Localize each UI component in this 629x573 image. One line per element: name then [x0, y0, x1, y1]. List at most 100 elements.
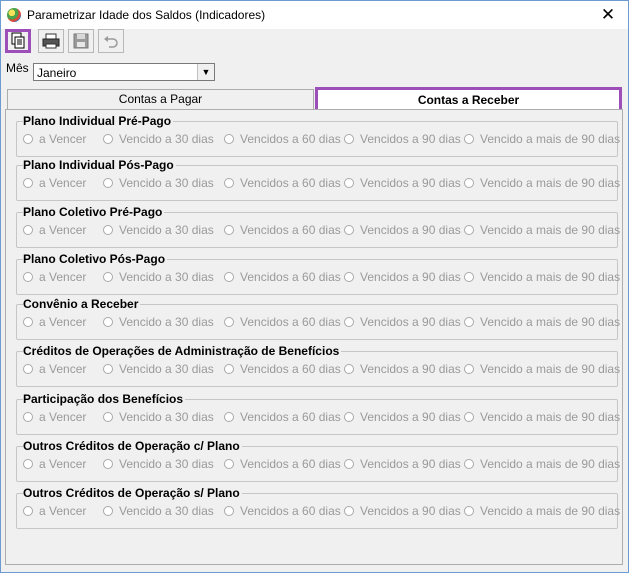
radio-option[interactable]: Vencido a mais de 90 dias [464, 223, 620, 237]
radio-button[interactable] [103, 506, 113, 516]
radio-button[interactable] [464, 134, 474, 144]
radio-button[interactable] [103, 134, 113, 144]
radio-option[interactable]: Vencidos a 90 dias [344, 132, 461, 146]
save-button[interactable] [68, 29, 94, 53]
radio-button[interactable] [23, 506, 33, 516]
radio-button[interactable] [23, 134, 33, 144]
radio-option[interactable]: Vencidos a 60 dias [224, 362, 341, 376]
radio-option[interactable]: a Vencer [23, 315, 86, 329]
radio-option[interactable]: Vencidos a 90 dias [344, 223, 461, 237]
radio-option[interactable]: Vencido a mais de 90 dias [464, 132, 620, 146]
radio-button[interactable] [344, 225, 354, 235]
radio-button[interactable] [103, 178, 113, 188]
radio-option[interactable]: Vencido a 30 dias [103, 504, 214, 518]
radio-option[interactable]: Vencidos a 90 dias [344, 315, 461, 329]
radio-button[interactable] [224, 412, 234, 422]
radio-button[interactable] [23, 178, 33, 188]
radio-option[interactable]: Vencidos a 60 dias [224, 176, 341, 190]
radio-button[interactable] [224, 317, 234, 327]
radio-button[interactable] [224, 364, 234, 374]
radio-option[interactable]: Vencidos a 90 dias [344, 457, 461, 471]
radio-button[interactable] [23, 317, 33, 327]
radio-button[interactable] [464, 272, 474, 282]
radio-button[interactable] [344, 412, 354, 422]
radio-option[interactable]: Vencido a 30 dias [103, 315, 214, 329]
radio-option[interactable]: a Vencer [23, 410, 86, 424]
radio-button[interactable] [103, 459, 113, 469]
radio-option[interactable]: Vencido a 30 dias [103, 362, 214, 376]
radio-option[interactable]: Vencido a mais de 90 dias [464, 270, 620, 284]
radio-option[interactable]: Vencidos a 60 dias [224, 504, 341, 518]
radio-option[interactable]: Vencido a mais de 90 dias [464, 410, 620, 424]
radio-option[interactable]: a Vencer [23, 362, 86, 376]
radio-button[interactable] [344, 317, 354, 327]
radio-button[interactable] [344, 134, 354, 144]
radio-button[interactable] [103, 412, 113, 422]
radio-button[interactable] [23, 272, 33, 282]
radio-button[interactable] [224, 134, 234, 144]
radio-option[interactable]: a Vencer [23, 176, 86, 190]
radio-button[interactable] [464, 412, 474, 422]
radio-option[interactable]: Vencidos a 90 dias [344, 176, 461, 190]
close-button[interactable]: ✕ [596, 5, 620, 25]
radio-option[interactable]: Vencidos a 90 dias [344, 270, 461, 284]
radio-option[interactable]: Vencido a 30 dias [103, 223, 214, 237]
radio-button[interactable] [23, 225, 33, 235]
radio-option[interactable]: Vencidos a 60 dias [224, 223, 341, 237]
month-select[interactable]: Janeiro ▼ [33, 63, 215, 81]
radio-button[interactable] [103, 364, 113, 374]
radio-option[interactable]: a Vencer [23, 223, 86, 237]
radio-option[interactable]: Vencido a 30 dias [103, 410, 214, 424]
radio-option[interactable]: a Vencer [23, 270, 86, 284]
radio-button[interactable] [103, 317, 113, 327]
radio-button[interactable] [344, 506, 354, 516]
radio-option[interactable]: Vencidos a 90 dias [344, 410, 461, 424]
radio-button[interactable] [103, 272, 113, 282]
radio-option[interactable]: Vencidos a 60 dias [224, 315, 341, 329]
radio-button[interactable] [224, 272, 234, 282]
radio-button[interactable] [224, 178, 234, 188]
radio-button[interactable] [344, 178, 354, 188]
radio-button[interactable] [23, 459, 33, 469]
radio-button[interactable] [464, 364, 474, 374]
radio-button[interactable] [464, 459, 474, 469]
radio-button[interactable] [344, 364, 354, 374]
radio-button[interactable] [224, 225, 234, 235]
radio-option[interactable]: Vencidos a 60 dias [224, 457, 341, 471]
radio-option[interactable]: Vencido a 30 dias [103, 457, 214, 471]
radio-button[interactable] [464, 225, 474, 235]
print-button[interactable] [38, 29, 64, 53]
radio-button[interactable] [344, 459, 354, 469]
radio-button[interactable] [224, 506, 234, 516]
radio-option[interactable]: Vencido a 30 dias [103, 176, 214, 190]
radio-button[interactable] [103, 225, 113, 235]
radio-option[interactable]: a Vencer [23, 132, 86, 146]
radio-option[interactable]: a Vencer [23, 504, 86, 518]
radio-option[interactable]: Vencido a 30 dias [103, 270, 214, 284]
radio-button[interactable] [464, 317, 474, 327]
radio-option[interactable]: Vencido a mais de 90 dias [464, 504, 620, 518]
copy-button[interactable] [5, 29, 31, 53]
radio-button[interactable] [344, 272, 354, 282]
tab-contas-a-pagar[interactable]: Contas a Pagar [7, 89, 314, 110]
radio-option[interactable]: Vencido a mais de 90 dias [464, 176, 620, 190]
radio-button[interactable] [23, 364, 33, 374]
radio-option[interactable]: Vencido a mais de 90 dias [464, 315, 620, 329]
radio-option[interactable]: Vencido a mais de 90 dias [464, 362, 620, 376]
radio-button[interactable] [23, 412, 33, 422]
radio-button[interactable] [464, 506, 474, 516]
radio-label: a Vencer [39, 223, 87, 237]
undo-button[interactable] [98, 29, 124, 53]
radio-button[interactable] [224, 459, 234, 469]
radio-option[interactable]: Vencidos a 60 dias [224, 132, 341, 146]
radio-option[interactable]: Vencido a mais de 90 dias [464, 457, 620, 471]
radio-option[interactable]: Vencidos a 90 dias [344, 504, 461, 518]
radio-option[interactable]: Vencidos a 60 dias [224, 410, 341, 424]
radio-option[interactable]: Vencidos a 90 dias [344, 362, 461, 376]
radio-option[interactable]: Vencido a 30 dias [103, 132, 214, 146]
radio-option[interactable]: Vencidos a 60 dias [224, 270, 341, 284]
toolbar [1, 29, 628, 57]
radio-option[interactable]: a Vencer [23, 457, 86, 471]
chevron-down-icon[interactable]: ▼ [197, 64, 214, 80]
radio-button[interactable] [464, 178, 474, 188]
